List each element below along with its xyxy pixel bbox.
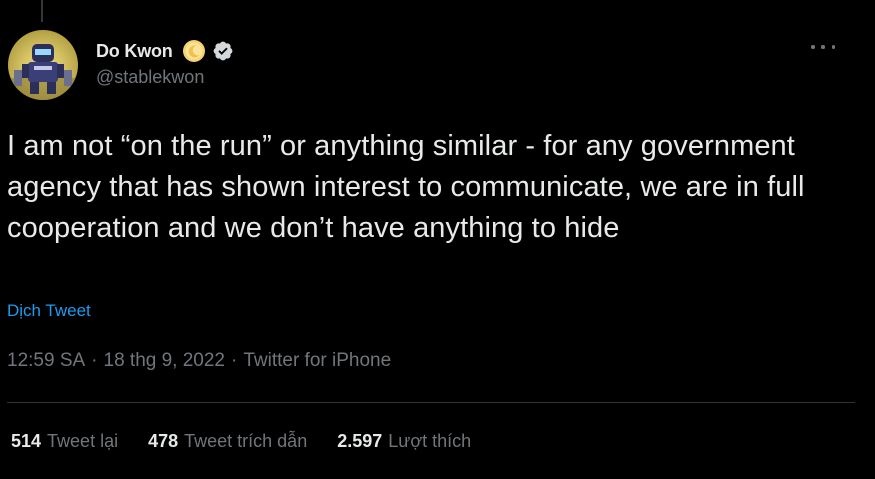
- quote-tweets-stat[interactable]: 478 Tweet trích dẫn: [148, 431, 307, 452]
- tweet-date[interactable]: 18 thg 9, 2022: [104, 350, 226, 372]
- retweets-label: Tweet lại: [47, 431, 119, 451]
- thread-connector-line: [41, 0, 43, 22]
- more-dot-icon: [821, 45, 825, 49]
- retweets-count: 514: [11, 431, 42, 451]
- tweet-text: I am not “on the run” or anything simila…: [7, 130, 805, 244]
- meta-separator: ·: [91, 350, 98, 371]
- meta-separator: ·: [231, 350, 238, 371]
- tweet-source[interactable]: Twitter for iPhone: [243, 350, 391, 372]
- more-dot-icon: [811, 45, 815, 49]
- more-options-button[interactable]: [811, 42, 835, 52]
- tweet-metadata: 12:59 SA · 18 thg 9, 2022 · Twitter for …: [7, 350, 391, 372]
- name-row: Do Kwon: [96, 38, 234, 64]
- tweet-header: Do Kwon @stablekwon: [8, 30, 859, 104]
- divider: [7, 402, 855, 403]
- quote-tweets-label: Tweet trích dẫn: [184, 431, 308, 451]
- author-display-name[interactable]: Do Kwon: [96, 41, 173, 62]
- author-handle[interactable]: @stablekwon: [96, 67, 234, 88]
- likes-count: 2.597: [337, 431, 383, 451]
- author-names: Do Kwon @stablekwon: [96, 38, 234, 88]
- tweet-stats: 514 Tweet lại 478 Tweet trích dẫn 2.597 …: [11, 431, 501, 452]
- likes-label: Lượt thích: [388, 431, 472, 451]
- quote-tweets-count: 478: [148, 431, 179, 451]
- translate-tweet-link[interactable]: Dịch Tweet: [7, 301, 91, 321]
- likes-stat[interactable]: 2.597 Lượt thích: [337, 431, 471, 452]
- tweet-detail: Do Kwon @stablekwon I am not “on the run…: [0, 0, 875, 479]
- moon-icon: [182, 39, 206, 63]
- tweet-time[interactable]: 12:59 SA: [7, 350, 85, 372]
- more-dot-icon: [831, 45, 835, 49]
- retweets-stat[interactable]: 514 Tweet lại: [11, 431, 118, 452]
- avatar-character-icon: [8, 44, 78, 100]
- verified-badge-icon[interactable]: [212, 40, 234, 62]
- avatar[interactable]: [8, 30, 78, 100]
